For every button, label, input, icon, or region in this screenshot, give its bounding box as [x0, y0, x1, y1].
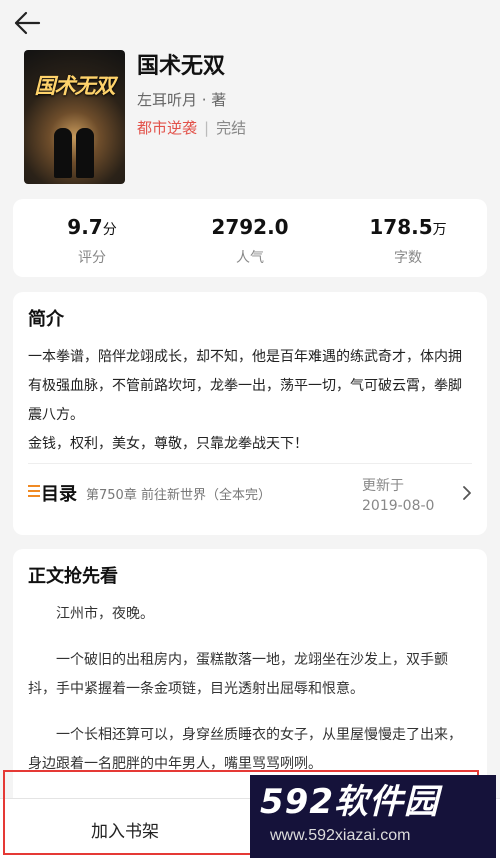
divider	[28, 463, 472, 464]
cover-title: 国术无双	[34, 74, 116, 98]
chevron-right-icon	[463, 486, 471, 500]
toc-label: 目录	[41, 484, 77, 505]
intro-paragraph: 金钱，权利，美女，尊敬，只靠龙拳战天下！	[28, 436, 308, 452]
popularity-label: 人气	[236, 250, 264, 266]
stat-rating: 9.7分 评分	[13, 199, 171, 277]
intro-paragraph: 一本拳谱，陪伴龙翊成长，却不知，他是百年难遇的练武奇才，体内拥有极强血脉，不管前…	[28, 349, 462, 423]
book-info: 国术无双 左耳听月 · 著 都市逆袭 | 完结	[137, 52, 246, 138]
book-cover[interactable]: 国术无双	[24, 50, 125, 184]
watermark-url: www.592xiazai.com	[270, 827, 411, 844]
wordcount-label: 字数	[394, 250, 422, 266]
add-to-shelf-button[interactable]: 加入书架	[0, 799, 250, 858]
status-tag: 完结	[216, 119, 247, 137]
rating-value: 9.7	[67, 215, 103, 239]
watermark-name: 软件园	[333, 782, 439, 822]
popularity-value: 2792.0	[211, 215, 289, 239]
rating-label: 评分	[78, 250, 106, 266]
intro-card: 简介 一本拳谱，陪伴龙翊成长，却不知，他是百年难遇的练武奇才，体内拥有极强血脉，…	[13, 292, 487, 535]
latest-chapter: 第750章 前往新世界（全本完）	[86, 488, 271, 503]
stat-popularity: 2792.0 人气	[171, 199, 329, 277]
rating-unit: 分	[102, 222, 117, 238]
updated-date: 2019-08-0	[362, 498, 435, 514]
preview-paragraph: 江州市，夜晚。	[56, 606, 154, 622]
tag-separator: |	[204, 119, 210, 137]
updated-label: 更新于	[362, 478, 404, 494]
wordcount-unit: 万	[432, 222, 447, 238]
category-tag[interactable]: 都市逆袭	[137, 119, 197, 137]
wordcount-value: 178.5	[369, 215, 433, 239]
intro-title: 简介	[28, 309, 64, 330]
watermark-number: 592	[260, 782, 334, 822]
book-author[interactable]: 左耳听月 · 著	[137, 90, 246, 110]
watermark: 592软件园 www.592xiazai.com	[250, 775, 496, 858]
book-header: 国术无双 国术无双 左耳听月 · 著 都市逆袭 | 完结	[24, 50, 484, 184]
stats-card: 9.7分 评分 2792.0 人气 178.5万 字数	[13, 199, 487, 277]
preview-title: 正文抢先看	[28, 566, 118, 587]
arrow-left-icon	[14, 11, 41, 35]
toc-row[interactable]: 目录 第750章 前往新世界（全本完） 更新于 2019-08-0	[28, 472, 475, 522]
cover-figure	[76, 128, 94, 178]
preview-text: 江州市，夜晚。 一个破旧的出租房内，蛋糕散落一地，龙翊坐在沙发上，双手颤抖，手中…	[28, 600, 472, 779]
back-button[interactable]	[12, 8, 42, 38]
book-tags: 都市逆袭 | 完结	[137, 118, 246, 138]
stat-wordcount: 178.5万 字数	[329, 199, 487, 277]
preview-paragraph: 一个破旧的出租房内，蛋糕散落一地，龙翊坐在沙发上，双手颤抖，手中紧握着一条金项链…	[28, 652, 448, 697]
book-title: 国术无双	[137, 54, 226, 79]
list-icon	[28, 485, 40, 497]
update-info: 更新于 2019-08-0	[362, 476, 434, 516]
intro-text: 一本拳谱，陪伴龙翊成长，却不知，他是百年难遇的练武奇才，体内拥有极强血脉，不管前…	[28, 343, 472, 459]
preview-paragraph: 一个长相还算可以，身穿丝质睡衣的女子，从里屋慢慢走了出来，身边跟着一名肥胖的中年…	[28, 727, 462, 772]
watermark-logo: 592软件园	[260, 781, 439, 823]
cover-figure	[54, 128, 72, 178]
